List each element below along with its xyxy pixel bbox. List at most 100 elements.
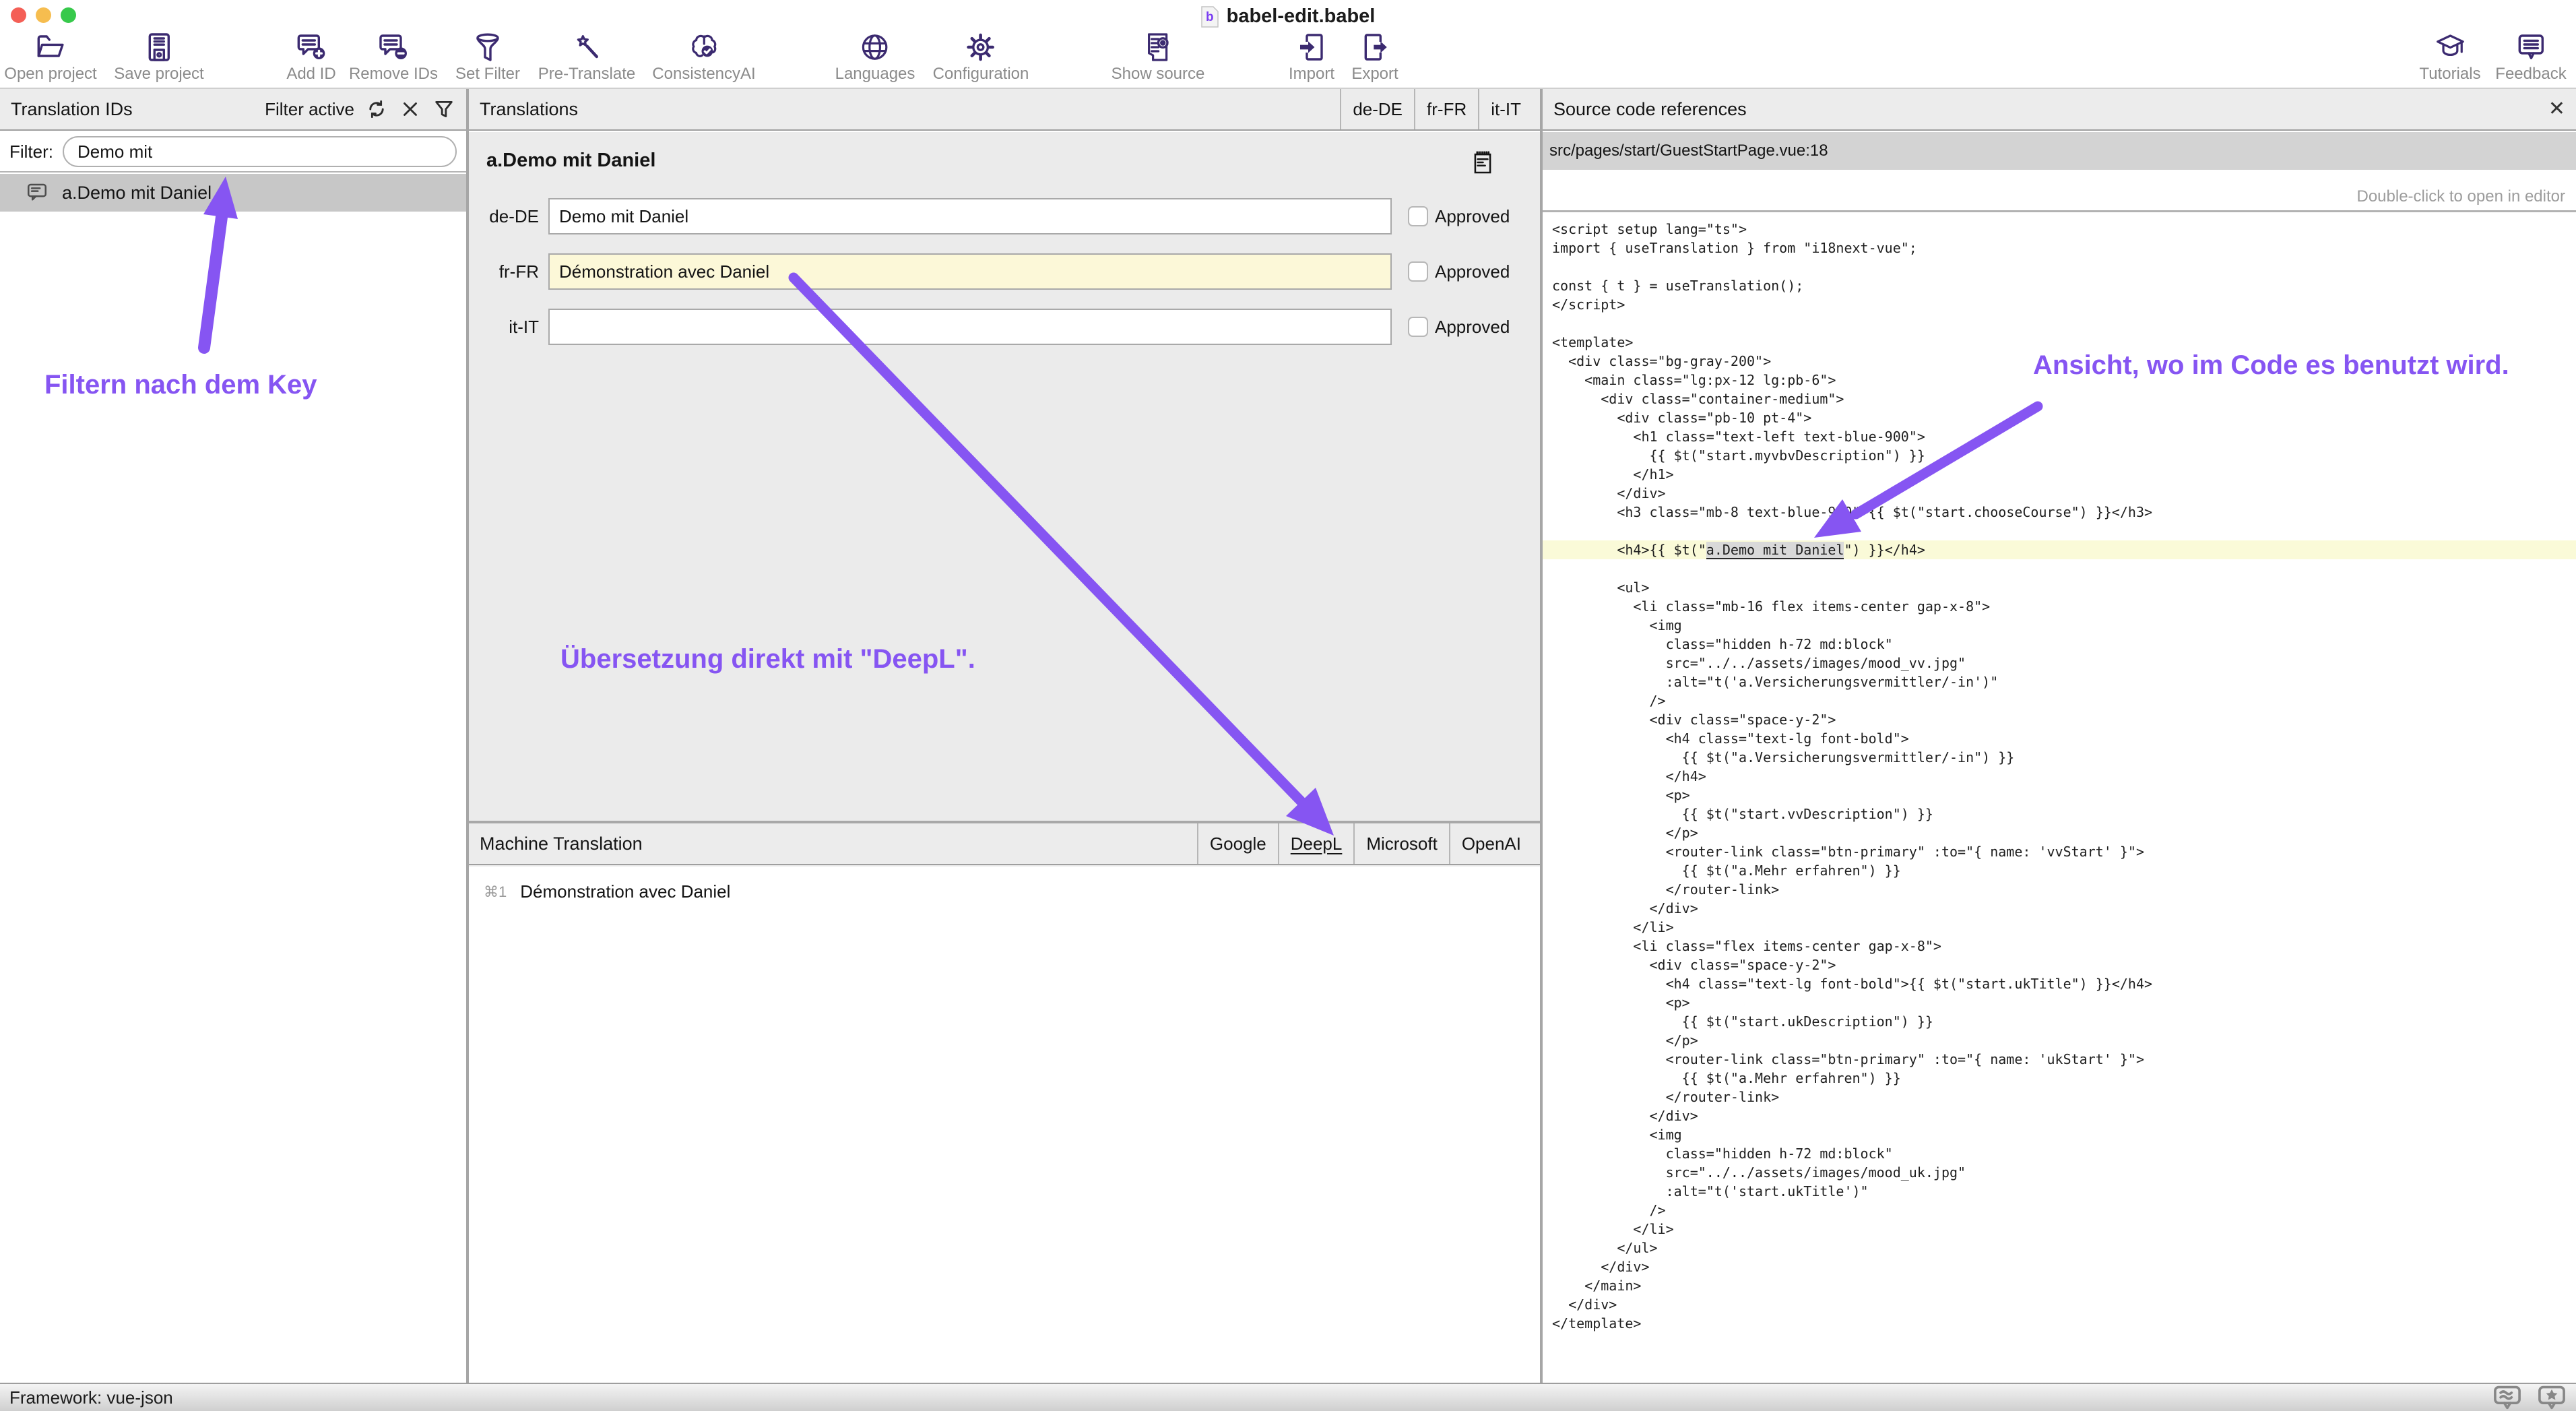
code-line: </ul>	[1543, 1238, 2576, 1257]
code-line: {{ $t("start.vvDescription") }}	[1543, 805, 2576, 823]
comment-note-icon[interactable]	[1470, 147, 1495, 178]
save-floppy-icon	[143, 31, 175, 63]
code-line: src="../../assets/images/mood_uk.jpg"	[1543, 1163, 2576, 1182]
open-in-editor-hint: Double-click to open in editor	[2356, 187, 2565, 206]
filter-funnel-small-icon[interactable]	[432, 98, 455, 121]
framework-status: Framework: vue-json	[9, 1387, 173, 1408]
titlebar: b babel-edit.babel	[0, 0, 2576, 30]
toolbar-add-id[interactable]: Add ID	[286, 31, 335, 84]
toolbar-save-project[interactable]: Save project	[114, 31, 203, 84]
code-line: <h3 class="mb-8 text-blue-900">{{ $t("st…	[1543, 503, 2576, 522]
code-line: </div>	[1543, 1257, 2576, 1276]
mt-provider-tab-openai[interactable]: OpenAI	[1449, 823, 1529, 864]
mt-provider-tab-google[interactable]: Google	[1197, 823, 1278, 864]
language-tab-de[interactable]: de-DE	[1340, 89, 1414, 129]
toolbar-export[interactable]: Export	[1351, 31, 1398, 84]
source-reference-path: src/pages/start/GuestStartPage.vue:18	[1549, 142, 1828, 160]
language-tab-it[interactable]: it-IT	[1478, 89, 1529, 129]
language-tab-fr[interactable]: fr-FR	[1414, 89, 1478, 129]
approved-label-de: Approved	[1435, 206, 1510, 227]
translation-input-de[interactable]	[548, 198, 1392, 234]
code-line: />	[1543, 1201, 2576, 1220]
toolbar-languages[interactable]: Languages	[835, 31, 915, 84]
code-line: <p>	[1543, 786, 2576, 805]
code-line: </h4>	[1543, 767, 2576, 786]
code-line: {{ $t("a.Mehr erfahren") }}	[1543, 1069, 2576, 1088]
toolbar-set-filter[interactable]: Set Filter	[455, 31, 520, 84]
toolbar-configuration[interactable]: Configuration	[933, 31, 1029, 84]
code-line: </li>	[1543, 918, 2576, 937]
translations-header: Translations de-DE fr-FR it-IT	[469, 89, 1540, 131]
add-id-icon	[295, 31, 327, 63]
code-line: <div class="space-y-2">	[1543, 710, 2576, 729]
export-icon	[1359, 31, 1391, 63]
toolbar-pre-translate[interactable]: Pre-Translate	[538, 31, 636, 84]
mt-provider-tab-deepl[interactable]: DeepL	[1278, 823, 1354, 864]
machine-translation-header: Machine Translation Google DeepL Microso…	[469, 823, 1540, 865]
source-reference-item[interactable]: src/pages/start/GuestStartPage.vue:18	[1543, 132, 2576, 170]
close-panel-icon[interactable]: ✕	[2548, 99, 2565, 119]
translation-row-de: de-DE Approved	[469, 198, 1540, 234]
code-line: <h4>{{ $t("a.Demo mit Daniel") }}</h4>	[1543, 540, 2576, 559]
code-block: <script setup lang="ts">import { useTran…	[1543, 214, 2576, 1383]
toolbar-open-project[interactable]: Open project	[4, 31, 96, 84]
filter-row: Filter:	[0, 132, 466, 173]
code-line: {{ $t("start.ukDescription") }}	[1543, 1012, 2576, 1031]
machine-translation-results: ⌘1 Démonstration avec Daniel	[469, 867, 1540, 1383]
approved-label-fr: Approved	[1435, 261, 1510, 282]
lang-label-it: it-IT	[481, 317, 539, 338]
code-line: class="hidden h-72 md:block"	[1543, 635, 2576, 654]
refresh-icon[interactable]	[365, 98, 388, 121]
mt-provider-tab-microsoft[interactable]: Microsoft	[1353, 823, 1448, 864]
translations-panel: Translations de-DE fr-FR it-IT a.Demo mi…	[469, 89, 1540, 1383]
translation-input-fr[interactable]	[548, 253, 1392, 290]
source-references-header: Source code references ✕	[1543, 89, 2576, 131]
filter-label: Filter:	[9, 142, 53, 162]
toolbar-consistency-ai[interactable]: ConsistencyAI	[652, 31, 755, 84]
magic-wand-icon	[571, 31, 603, 63]
toolbar-import[interactable]: Import	[1289, 31, 1334, 84]
changes-bubble-icon[interactable]	[2492, 1385, 2522, 1410]
brain-check-icon	[688, 31, 720, 63]
approved-label-it: Approved	[1435, 317, 1510, 338]
translation-ids-title: Translation IDs	[11, 99, 133, 120]
code-line: </p>	[1543, 823, 2576, 842]
mt-suggestion-text: Démonstration avec Daniel	[520, 881, 730, 902]
mt-shortcut-badge: ⌘1	[484, 883, 507, 901]
mt-provider-tabs: Google DeepL Microsoft OpenAI	[1197, 823, 1529, 864]
approved-checkbox-de[interactable]	[1408, 206, 1428, 226]
clear-filter-icon[interactable]	[399, 98, 422, 121]
toolbar-remove-ids[interactable]: Remove IDs	[349, 31, 438, 84]
code-line: <script setup lang="ts">	[1543, 220, 2576, 239]
lang-label-fr: fr-FR	[481, 261, 539, 282]
code-line: <h4 class="text-lg font-bold">{{ $t("sta…	[1543, 974, 2576, 993]
filter-funnel-icon	[472, 31, 504, 63]
code-line: </script>	[1543, 295, 2576, 314]
code-line: <li class="flex items-center gap-x-8">	[1543, 937, 2576, 955]
translation-id-item[interactable]: a.Demo mit Daniel	[0, 174, 466, 212]
code-line: <template>	[1543, 333, 2576, 352]
approved-checkbox-fr[interactable]	[1408, 261, 1428, 282]
source-references-title: Source code references	[1553, 99, 1747, 120]
code-line: <h4 class="text-lg font-bold">	[1543, 729, 2576, 748]
code-line: </div>	[1543, 899, 2576, 918]
code-line: <img	[1543, 1125, 2576, 1144]
toolbar-feedback[interactable]: Feedback	[2495, 31, 2566, 84]
filter-input[interactable]	[63, 136, 457, 167]
source-document-icon	[1142, 31, 1174, 63]
translation-ids-header: Translation IDs Filter active	[0, 89, 466, 131]
mt-suggestion-row[interactable]: ⌘1 Démonstration avec Daniel	[484, 881, 730, 902]
code-line: class="hidden h-72 md:block"	[1543, 1144, 2576, 1163]
code-line: <router-link class="btn-primary" :to="{ …	[1543, 1050, 2576, 1069]
code-line	[1543, 257, 2576, 276]
code-line: {{ $t("a.Mehr erfahren") }}	[1543, 861, 2576, 880]
translation-input-it[interactable]	[548, 309, 1392, 345]
code-line: :alt="t('start.ukTitle')"	[1543, 1182, 2576, 1201]
approved-checkbox-it[interactable]	[1408, 317, 1428, 337]
code-line: </div>	[1543, 1106, 2576, 1125]
babeledit-window: b babel-edit.babel Open project Save pro…	[0, 0, 2576, 1411]
toolbar-tutorials[interactable]: Tutorials	[2419, 31, 2480, 84]
gear-icon	[965, 31, 997, 63]
toolbar-show-source[interactable]: Show source	[1112, 31, 1205, 84]
rate-star-icon[interactable]	[2537, 1385, 2567, 1410]
